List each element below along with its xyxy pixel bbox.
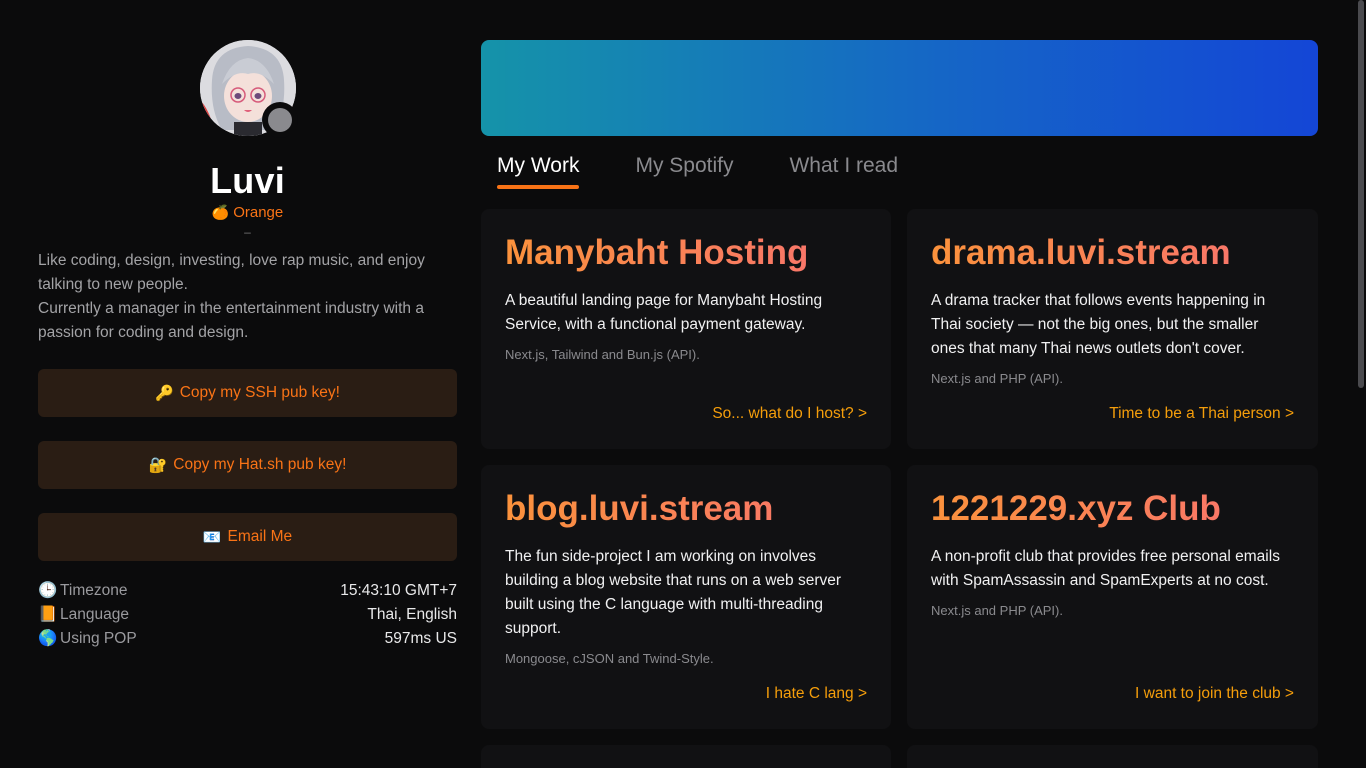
button-label: Email Me [227,528,293,545]
email-me-button[interactable]: 📧 Email Me [38,513,457,561]
action-buttons: 🔑 Copy my SSH pub key! 🔐 Copy my Hat.sh … [38,369,457,561]
lock-icon: 🔐 [148,457,168,474]
status-dot-icon [267,108,292,132]
mood-label: Orange [233,204,284,221]
project-tech: Next.js and PHP (API). [931,603,1063,618]
button-label: Copy my Hat.sh pub key! [173,456,347,473]
project-link[interactable]: I hate C lang > [766,685,867,703]
project-tech: Next.js, Tailwind and Bun.js (API). [505,347,700,362]
project-card: blog.luvi.stream The fun side-project I … [481,465,891,729]
bio-line: Currently a manager in the entertainment… [38,300,424,341]
project-grid: Manybaht Hosting A beautiful landing pag… [481,209,1318,768]
orange-icon: 🍊 [211,204,230,220]
profile-mood: 🍊 Orange [38,204,457,221]
info-label: Timezone [60,582,128,599]
timezone-value: 15:43:10 GMT+7 [340,582,457,599]
info-label: Language [60,606,129,623]
copy-hatsh-key-button[interactable]: 🔐 Copy my Hat.sh pub key! [38,441,457,489]
project-description: A drama tracker that follows events happ… [931,292,1266,357]
profile-banner [481,40,1318,136]
profile-name: Luvi [210,160,285,201]
status-indicator [261,102,298,138]
project-description: The fun side-project I am working on inv… [505,548,842,637]
project-card: drama.luvi.stream A drama tracker that f… [907,209,1318,449]
email-icon: 📧 [202,529,222,546]
info-key: 🌎 Using POP [38,627,137,651]
info-row-pop: 🌎 Using POP 597ms US [38,627,457,651]
profile-sidebar: Luvi 🍊 Orange – Like coding, design, inv… [38,40,457,651]
project-card: 1221229.xyz Club A non-profit club that … [907,465,1318,729]
project-description: A beautiful landing page for Manybaht Ho… [505,292,823,333]
info-key: 🕒 Timezone [38,579,127,603]
avatar-container [199,40,298,138]
pop-value: 597ms US [384,630,457,647]
tab-my-work[interactable]: My Work [497,152,580,189]
project-tech: Next.js and PHP (API). [931,371,1063,386]
project-card [907,745,1318,768]
profile-bio: Like coding, design, investing, love rap… [38,249,457,345]
info-row-timezone: 🕒 Timezone 15:43:10 GMT+7 [38,579,457,603]
button-label: Copy my SSH pub key! [179,384,340,401]
info-row-language: 📙 Language Thai, English [38,603,457,627]
info-key: 📙 Language [38,603,129,627]
copy-ssh-key-button[interactable]: 🔑 Copy my SSH pub key! [38,369,457,417]
project-description: A non-profit club that provides free per… [931,548,1280,589]
project-card [481,745,891,768]
scrollbar[interactable] [1358,0,1364,388]
project-title: Manybaht Hosting [505,229,867,277]
project-link[interactable]: I want to join the club > [1135,685,1294,703]
project-tech: Mongoose, cJSON and Twind-Style. [505,651,714,666]
key-icon: 🔑 [155,385,174,402]
globe-icon: 🌎 [38,630,58,647]
tab-bar: My Work My Spotify What I read [481,152,1318,189]
project-title: blog.luvi.stream [505,485,867,533]
project-link[interactable]: Time to be a Thai person > [1109,405,1294,423]
clock-icon: 🕒 [38,582,58,599]
project-title: drama.luvi.stream [931,229,1294,277]
divider: – [244,225,251,239]
book-icon: 📙 [38,606,58,623]
tab-my-spotify[interactable]: My Spotify [635,152,733,189]
tab-what-i-read[interactable]: What I read [789,152,898,189]
project-title: 1221229.xyz Club [931,485,1294,533]
main-content: My Work My Spotify What I read Manybaht … [481,40,1318,768]
language-value: Thai, English [367,606,457,623]
bio-line: Like coding, design, investing, love rap… [38,252,425,293]
info-label: Using POP [60,630,137,647]
project-card: Manybaht Hosting A beautiful landing pag… [481,209,891,449]
project-link[interactable]: So... what do I host? > [712,405,867,423]
info-list: 🕒 Timezone 15:43:10 GMT+7 📙 Language Tha… [38,579,457,651]
